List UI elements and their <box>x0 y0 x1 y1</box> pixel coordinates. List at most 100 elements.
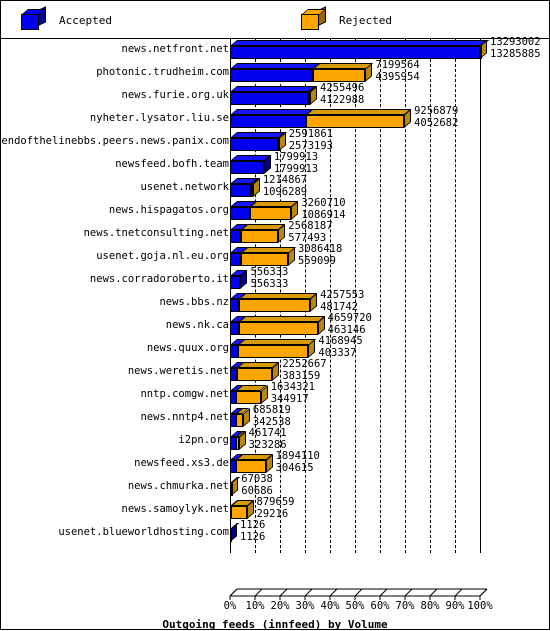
bar-segment-accepted[interactable] <box>230 46 480 59</box>
bar-segment-accepted[interactable] <box>230 345 238 358</box>
bar-segment-accepted[interactable] <box>230 276 241 289</box>
bar-row: news.quux.org 4168945 403337 <box>1 335 549 361</box>
value-total: 2252667 <box>282 358 327 370</box>
x-tick-label: 80% <box>420 600 440 612</box>
category-label: newsfeed.xs3.de <box>134 457 229 469</box>
legend-label: Accepted <box>59 13 112 27</box>
value-total: 4255496 <box>320 82 365 94</box>
bar-value-labels: 1894110 304615 <box>276 450 320 474</box>
bar-value-labels: 9256879 4052682 <box>414 105 459 129</box>
category-label: photonic.trudheim.com <box>96 66 229 78</box>
chart-legend: Accepted Rejected <box>1 1 549 39</box>
value-total: 2591861 <box>288 128 333 140</box>
bar-value-labels: 1214867 1096289 <box>262 174 308 198</box>
value-accepted: 4052682 <box>414 116 459 129</box>
bar-segment-accepted[interactable] <box>230 69 313 82</box>
value-total: 67038 <box>241 473 273 485</box>
bar-segment-rejected[interactable] <box>312 69 366 82</box>
bar-segment-accepted[interactable] <box>230 184 251 197</box>
bar-row: news.samoylyk.net 879659 29216 <box>1 496 549 522</box>
bar-row: usenet.network 1214867 1096289 <box>1 174 549 200</box>
category-label: endofthelinebbs.peers.news.panix.com <box>1 135 229 147</box>
x-tick-label: 100% <box>467 600 493 612</box>
value-total: 4659720 <box>327 312 372 324</box>
bar-row: usenet.blueworldhosting.com 1126 1126 <box>1 519 549 545</box>
bar-segment-rejected[interactable] <box>240 253 289 266</box>
bar-segment-rejected[interactable] <box>235 460 266 473</box>
bar-value-labels: 1634321 344917 <box>270 381 315 405</box>
bar-value-labels: 4168945 403337 <box>318 335 363 359</box>
bar-segment-accepted[interactable] <box>230 529 232 542</box>
category-label: news.corradoroberto.it <box>89 273 229 285</box>
bar-segment-rejected[interactable] <box>238 322 318 335</box>
value-accepted: 556333 <box>250 277 289 290</box>
value-accepted: 1126 <box>240 530 266 543</box>
bar-segment-rejected[interactable] <box>240 230 279 243</box>
category-label: nyheter.lysator.liu.se <box>89 112 229 124</box>
axis-floor <box>229 588 488 600</box>
value-total: 879659 <box>256 496 295 508</box>
value-total: 3260710 <box>301 197 346 209</box>
bar-value-labels: 2591861 2573193 <box>288 128 333 152</box>
bar-segment-rejected[interactable] <box>307 92 311 105</box>
bar-segment-rejected[interactable] <box>237 345 309 358</box>
bar-segment-rejected[interactable] <box>236 391 261 404</box>
category-label: usenet.goja.nl.eu.org <box>96 250 229 262</box>
bar-row: news.bbs.nz 4257553 481742 <box>1 289 549 315</box>
value-total: 1126 <box>240 519 266 531</box>
bar-segment-rejected[interactable] <box>236 414 243 427</box>
value-total: 13293002 <box>490 36 541 48</box>
bar-segment-accepted[interactable] <box>230 253 241 266</box>
value-total: 4257553 <box>320 289 365 301</box>
bar-value-labels: 1126 1126 <box>240 519 266 543</box>
bar-value-labels: 67038 60686 <box>241 473 273 497</box>
value-accepted: 559099 <box>298 254 336 267</box>
bar-value-labels: 685819 342538 <box>253 404 291 428</box>
bar-value-labels: 7199564 4395954 <box>375 59 420 83</box>
bar-row: news.nk.ca 4659720 463146 <box>1 312 549 338</box>
bar-value-labels: 556333 556333 <box>250 266 289 290</box>
bar-row: newsfeed.xs3.de 1894110 304615 <box>1 450 549 476</box>
bar-segment-accepted[interactable] <box>230 322 239 335</box>
x-tick-label: 0% <box>223 600 237 612</box>
bar-segment-accepted[interactable] <box>230 207 251 220</box>
value-total: 4168945 <box>318 335 363 347</box>
value-total: 3086418 <box>298 243 343 255</box>
bar-value-labels: 3086418 559099 <box>298 243 343 267</box>
bar-segment-rejected[interactable] <box>231 483 234 496</box>
category-label: news.samoylyk.net <box>121 503 229 515</box>
bar-segment-accepted[interactable] <box>230 368 238 381</box>
bar-value-labels: 2568187 577493 <box>288 220 333 244</box>
value-total: 1214867 <box>262 174 308 186</box>
bar-segment-accepted[interactable] <box>230 299 240 312</box>
bar-segment-rejected[interactable] <box>236 437 239 450</box>
value-total: 2568187 <box>288 220 333 232</box>
category-label: news.weretis.net <box>127 365 229 377</box>
bar-segment-accepted[interactable] <box>230 138 279 151</box>
bar-segment-rejected[interactable] <box>239 299 311 312</box>
bar-segment-rejected[interactable] <box>479 46 482 59</box>
bar-value-labels: 3260710 1086914 <box>301 197 346 221</box>
bar-segment-accepted[interactable] <box>230 230 241 243</box>
bar-segment-accepted[interactable] <box>230 161 264 174</box>
x-tick-label: 60% <box>370 600 390 612</box>
bar-segment-accepted[interactable] <box>230 92 308 105</box>
value-total: 556333 <box>250 266 289 278</box>
value-total: 1634321 <box>270 381 315 393</box>
bar-segment-rejected[interactable] <box>250 207 292 220</box>
value-total: 461741 <box>248 427 287 439</box>
category-label: news.nntp4.net <box>140 411 229 423</box>
x-tick-label: 40% <box>320 600 340 612</box>
bar-segment-rejected[interactable] <box>278 138 281 151</box>
x-tick-label: 30% <box>295 600 315 612</box>
chart-window: Accepted Rejected news.netfront.net 132930… <box>0 0 550 631</box>
bar-segment-rejected[interactable] <box>230 506 247 519</box>
value-total: 7199564 <box>375 59 420 71</box>
category-label: i2pn.org <box>178 434 229 446</box>
category-label: usenet.blueworldhosting.com <box>58 526 229 538</box>
bar-segment-rejected[interactable] <box>250 184 253 197</box>
bar-value-labels: 2252667 383159 <box>282 358 327 382</box>
bar-segment-rejected[interactable] <box>237 368 273 381</box>
bar-segment-accepted[interactable] <box>230 115 307 128</box>
bar-segment-rejected[interactable] <box>306 115 405 128</box>
